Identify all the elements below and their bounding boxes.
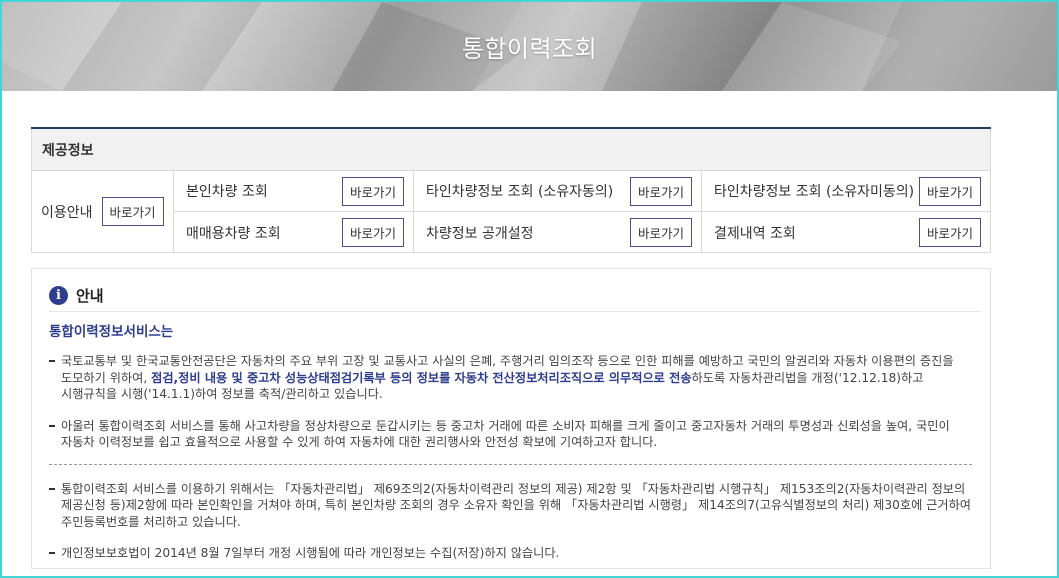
service-label: 매매용차량 조회 [186, 225, 281, 242]
dashed-divider [49, 463, 972, 465]
paragraph-highlight: 점검,정비 내용 및 중고차 성능상태점검기록부 등의 정보를 자동차 전산정보… [151, 370, 692, 385]
service-cell-payment-history: 결제내역 조회 바로가기 [702, 212, 990, 253]
service-label: 타인차량정보 조회 (소유자미동의) [714, 184, 915, 200]
provided-info-heading: 제공정보 [31, 129, 991, 171]
notice-paragraph: 통합이력조회 서비스를 이용하기 위해서는 「자동차관리법」 제69조의2(자동… [49, 481, 972, 531]
service-label: 차량정보 공개설정 [426, 225, 534, 242]
guide-cell: 이용안내 바로가기 [32, 171, 174, 252]
disclosure-settings-go-button[interactable]: 바로가기 [629, 218, 692, 247]
notice-bullets: 국토교통부 및 한국교통안전공단은 자동차의 주요 부위 고장 및 교통사고 사… [49, 353, 972, 577]
other-no-consent-go-button[interactable]: 바로가기 [918, 176, 981, 206]
notice-box: i 안내 통합이력정보서비스는 국토교통부 및 한국교통안전공단은 자동차의 주… [31, 268, 991, 569]
notice-paragraph: 국토교통부 및 한국교통안전공단은 자동차의 주요 부위 고장 및 교통사고 사… [49, 353, 972, 403]
service-title: 통합이력정보서비스는 [49, 324, 174, 340]
guide-label: 이용안내 [41, 204, 93, 221]
notice-paragraph: 개인정보보호법이 2014년 8월 7일부터 개정 시행됨에 따라 개인정보는 … [49, 545, 972, 562]
own-vehicle-go-button[interactable]: 바로가기 [341, 176, 404, 206]
payment-history-go-button[interactable]: 바로가기 [918, 218, 981, 247]
page-title: 통합이력조회 [461, 35, 598, 63]
page-banner: 통합이력조회 [2, 2, 1057, 91]
info-icon: i [49, 286, 68, 305]
provided-info-table: 제공정보 이용안내 바로가기 본인차량 조회 바로가기 타인차량정보 조회 (소… [31, 127, 991, 253]
notice-title: 안내 [76, 287, 104, 305]
service-cell-other-consent: 타인차량정보 조회 (소유자동의) 바로가기 [414, 171, 702, 212]
service-cell-other-no-consent: 타인차량정보 조회 (소유자미동의) 바로가기 [702, 171, 990, 212]
service-label: 결제내역 조회 [714, 225, 796, 242]
guide-go-button[interactable]: 바로가기 [101, 197, 164, 226]
service-cell-disclosure-settings: 차량정보 공개설정 바로가기 [414, 212, 702, 253]
service-label: 본인차량 조회 [186, 184, 268, 200]
trade-vehicle-go-button[interactable]: 바로가기 [341, 218, 404, 247]
service-grid: 본인차량 조회 바로가기 타인차량정보 조회 (소유자동의) 바로가기 타인차량… [174, 171, 990, 253]
notice-divider [49, 311, 981, 312]
service-cell-trade-vehicle: 매매용차량 조회 바로가기 [174, 212, 414, 253]
service-cell-own-vehicle: 본인차량 조회 바로가기 [174, 171, 414, 212]
notice-header: i 안내 [49, 285, 104, 306]
notice-paragraph: 아울러 통합이력조회 서비스를 통해 사고차량을 정상차량으로 둔갑시키는 등 … [49, 418, 972, 451]
other-consent-go-button[interactable]: 바로가기 [629, 176, 692, 206]
provided-info-body: 이용안내 바로가기 본인차량 조회 바로가기 타인차량정보 조회 (소유자동의)… [31, 171, 991, 253]
service-label: 타인차량정보 조회 (소유자동의) [426, 184, 614, 200]
